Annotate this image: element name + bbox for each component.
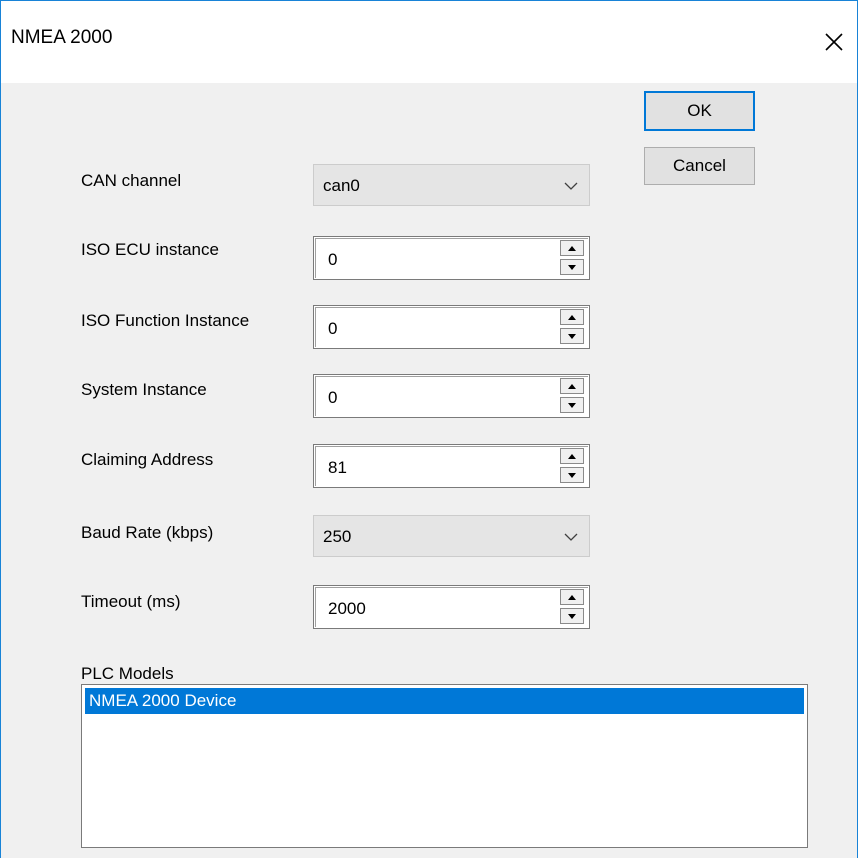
claiming-address-label: Claiming Address	[81, 450, 214, 469]
close-icon	[825, 33, 843, 51]
spin-up-button[interactable]	[560, 240, 584, 256]
cancel-button[interactable]: Cancel	[644, 147, 755, 185]
spin-down-button[interactable]	[560, 259, 584, 275]
spin-up-button[interactable]	[560, 378, 584, 394]
iso-ecu-instance-input[interactable]: 0	[328, 250, 337, 270]
list-item[interactable]: NMEA 2000 Device	[85, 688, 804, 714]
iso-function-instance-input[interactable]: 0	[328, 319, 337, 339]
triangle-up-icon	[568, 383, 576, 389]
timeout-label: Timeout (ms)	[81, 592, 181, 611]
system-instance-input[interactable]: 0	[328, 388, 337, 408]
can-channel-value: can0	[323, 176, 360, 195]
triangle-up-icon	[568, 245, 576, 251]
baud-rate-select[interactable]: 250	[313, 515, 590, 557]
triangle-up-icon	[568, 314, 576, 320]
triangle-up-icon	[568, 453, 576, 459]
can-channel-select[interactable]: can0	[313, 164, 590, 206]
window-title: NMEA 2000	[11, 27, 113, 48]
ok-button[interactable]: OK	[644, 91, 755, 131]
claiming-address-spinbox: 81	[313, 444, 590, 488]
triangle-down-icon	[568, 613, 576, 619]
timeout-spinbox: 2000	[313, 585, 590, 629]
plc-models-label: PLC Models	[81, 664, 174, 683]
spin-up-button[interactable]	[560, 309, 584, 325]
spin-down-button[interactable]	[560, 328, 584, 344]
triangle-down-icon	[568, 333, 576, 339]
iso-function-instance-spinbox: 0	[313, 305, 590, 349]
claiming-address-input[interactable]: 81	[328, 458, 347, 478]
close-button[interactable]	[811, 19, 857, 65]
iso-ecu-instance-label: ISO ECU instance	[81, 240, 219, 259]
baud-rate-label: Baud Rate (kbps)	[81, 523, 214, 542]
system-instance-label: System Instance	[81, 380, 207, 399]
spin-up-button[interactable]	[560, 448, 584, 464]
title-bar: NMEA 2000	[1, 1, 857, 83]
triangle-up-icon	[568, 594, 576, 600]
can-channel-label: CAN channel	[81, 171, 182, 190]
spin-down-button[interactable]	[560, 608, 584, 624]
triangle-down-icon	[568, 402, 576, 408]
chevron-down-icon	[564, 182, 578, 190]
iso-ecu-instance-spinbox: 0	[313, 236, 590, 280]
system-instance-spinbox: 0	[313, 374, 590, 418]
chevron-down-icon	[564, 533, 578, 541]
baud-rate-value: 250	[323, 527, 352, 546]
triangle-down-icon	[568, 264, 576, 270]
triangle-down-icon	[568, 472, 576, 478]
iso-function-instance-label: ISO Function Instance	[81, 311, 250, 330]
timeout-input[interactable]: 2000	[328, 599, 366, 619]
spin-down-button[interactable]	[560, 467, 584, 483]
plc-models-listbox[interactable]: NMEA 2000 Device	[81, 684, 808, 848]
spin-down-button[interactable]	[560, 397, 584, 413]
nmea2000-dialog: NMEA 2000 OK Cancel CAN channel can0 ISO…	[0, 0, 858, 858]
spin-up-button[interactable]	[560, 589, 584, 605]
